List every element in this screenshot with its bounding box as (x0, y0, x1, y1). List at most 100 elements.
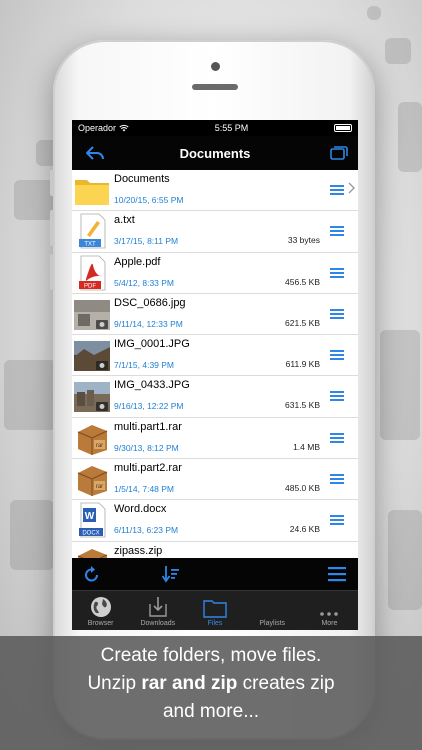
sort-icon[interactable] (162, 565, 180, 583)
decorative-square (367, 6, 381, 20)
zip-archive-icon (77, 548, 108, 558)
menu-icon[interactable] (330, 432, 344, 444)
file-size: 24.6 KB (289, 524, 320, 535)
promo-caption: Create folders, move files. Unzip rar an… (0, 636, 422, 750)
file-name: a.txt (114, 214, 135, 227)
svg-text:DOCX: DOCX (82, 531, 99, 537)
menu-icon[interactable] (330, 184, 344, 196)
file-date: 5/4/12, 8:33 PM (114, 277, 175, 288)
pdf-file-icon: PDF (79, 255, 106, 290)
list-item[interactable]: W DOCX Word.docx 6/11/13, 6:23 PM 24.6 K… (72, 500, 358, 542)
status-time: 5:55 PM (214, 123, 249, 133)
file-name: DSC_0686.jpg (114, 296, 186, 309)
svg-text:W: W (85, 511, 95, 522)
chevron-right-icon[interactable] (347, 182, 355, 194)
carrier-label: Operador (78, 123, 117, 133)
edit-menu-icon[interactable] (328, 566, 346, 582)
file-size: 33 bytes (287, 235, 320, 246)
list-item[interactable]: PDF Apple.pdf 5/4/12, 8:33 PM 456.5 KB (72, 253, 358, 294)
menu-icon[interactable] (330, 267, 344, 279)
file-date: 9/16/13, 12:22 PM (114, 401, 184, 412)
file-size: 611.9 KB (285, 359, 320, 370)
image-thumbnail (74, 299, 110, 330)
decorative-square (385, 38, 411, 64)
list-item[interactable]: rar multi.part1.rar 9/30/13, 8:12 PM 1.4… (72, 418, 358, 460)
caption-bold-text: rar and zip (141, 673, 238, 694)
folder-icon (75, 180, 109, 205)
word-document-icon: W DOCX (79, 502, 106, 538)
phone-camera (211, 62, 220, 71)
file-name: multi.part2.rar (114, 462, 182, 475)
file-date: 3/17/15, 8:11 PM (114, 236, 179, 247)
phone-speaker (192, 84, 238, 90)
caption-text: creates zip (237, 673, 335, 694)
page-title: Documents (179, 145, 251, 161)
back-arrow-icon[interactable] (84, 144, 106, 162)
svg-text:PDF: PDF (84, 283, 96, 289)
image-thumbnail (74, 341, 110, 372)
decorative-square (4, 360, 56, 430)
status-bar: Operador 5:55 PM (72, 120, 358, 136)
wifi-icon (119, 124, 129, 132)
tab-more[interactable]: More (301, 591, 358, 630)
image-thumbnail (74, 382, 110, 413)
file-date: 1/5/14, 7:48 PM (114, 484, 175, 495)
menu-icon[interactable] (330, 308, 344, 320)
navigation-bar: Documents (72, 136, 358, 170)
file-size: 456.5 KB (285, 276, 320, 287)
decorative-square (398, 102, 422, 172)
refresh-icon[interactable] (84, 565, 100, 583)
folder-icon (203, 600, 227, 618)
download-icon (149, 597, 167, 617)
battery-icon (334, 124, 352, 132)
file-name: IMG_0001.JPG (114, 338, 190, 351)
caption-line: Create folders, move files. (100, 645, 322, 666)
tab-bar: Browser Downloads Files Playlists More (72, 590, 358, 630)
rar-archive-icon: rar (77, 424, 108, 455)
file-date: 7/1/15, 4:39 PM (114, 360, 175, 371)
file-name: Apple.pdf (114, 255, 161, 268)
more-icon (320, 612, 339, 616)
file-name: zipass.zip (114, 544, 163, 557)
menu-icon[interactable] (330, 473, 344, 485)
app-screen: Operador 5:55 PM Documents Documents 10/… (72, 120, 358, 630)
decorative-square (10, 500, 54, 570)
file-name: IMG_0433.JPG (114, 379, 190, 392)
list-item[interactable]: IMG_0433.JPG 9/16/13, 12:22 PM 631.5 KB (72, 376, 358, 418)
list-item[interactable]: rar multi.part2.rar 1/5/14, 7:48 PM 485.… (72, 459, 358, 501)
list-item[interactable]: Documents 10/20/15, 6:55 PM (72, 170, 358, 212)
menu-icon[interactable] (330, 514, 344, 526)
file-date: 9/30/13, 8:12 PM (114, 442, 179, 453)
list-item[interactable]: TXT a.txt 3/17/15, 8:11 PM 33 bytes (72, 211, 358, 253)
menu-icon[interactable] (330, 390, 344, 402)
file-name: multi.part1.rar (114, 420, 182, 433)
tab-label: More (321, 620, 338, 627)
tab-downloads[interactable]: Downloads (129, 591, 186, 630)
list-item[interactable]: DSC_0686.jpg 9/11/14, 12:33 PM 621.5 KB (72, 294, 358, 336)
tab-playlists[interactable]: Playlists (244, 591, 301, 630)
file-size: 621.5 KB (285, 317, 320, 328)
decorative-square (388, 510, 422, 610)
windows-icon[interactable] (330, 146, 348, 160)
bottom-toolbar (72, 558, 358, 590)
caption-line: Unzip rar and zip creates zip (0, 670, 422, 698)
list-item[interactable]: IMG_0001.JPG 7/1/15, 4:39 PM 611.9 KB (72, 335, 358, 377)
file-size: 1.4 MB (293, 441, 320, 452)
tab-browser[interactable]: Browser (72, 591, 129, 630)
file-size: 485.0 KB (285, 483, 320, 494)
menu-icon[interactable] (330, 225, 344, 237)
tab-label: Playlists (259, 620, 286, 627)
rar-archive-icon: rar (77, 466, 108, 497)
svg-text:rar: rar (96, 443, 103, 449)
phone-volume-button (50, 170, 54, 196)
list-item[interactable]: zipass.zip (72, 542, 358, 558)
file-date: 9/11/14, 12:33 PM (114, 318, 183, 329)
text-file-icon: TXT (79, 213, 106, 249)
caption-line: and more... (162, 701, 260, 722)
tab-label: Browser (87, 620, 114, 627)
tab-files[interactable]: Files (186, 591, 243, 630)
phone-volume-button (50, 254, 54, 290)
menu-icon[interactable] (330, 349, 344, 361)
decorative-square (380, 330, 420, 440)
tab-label: Downloads (140, 620, 176, 627)
